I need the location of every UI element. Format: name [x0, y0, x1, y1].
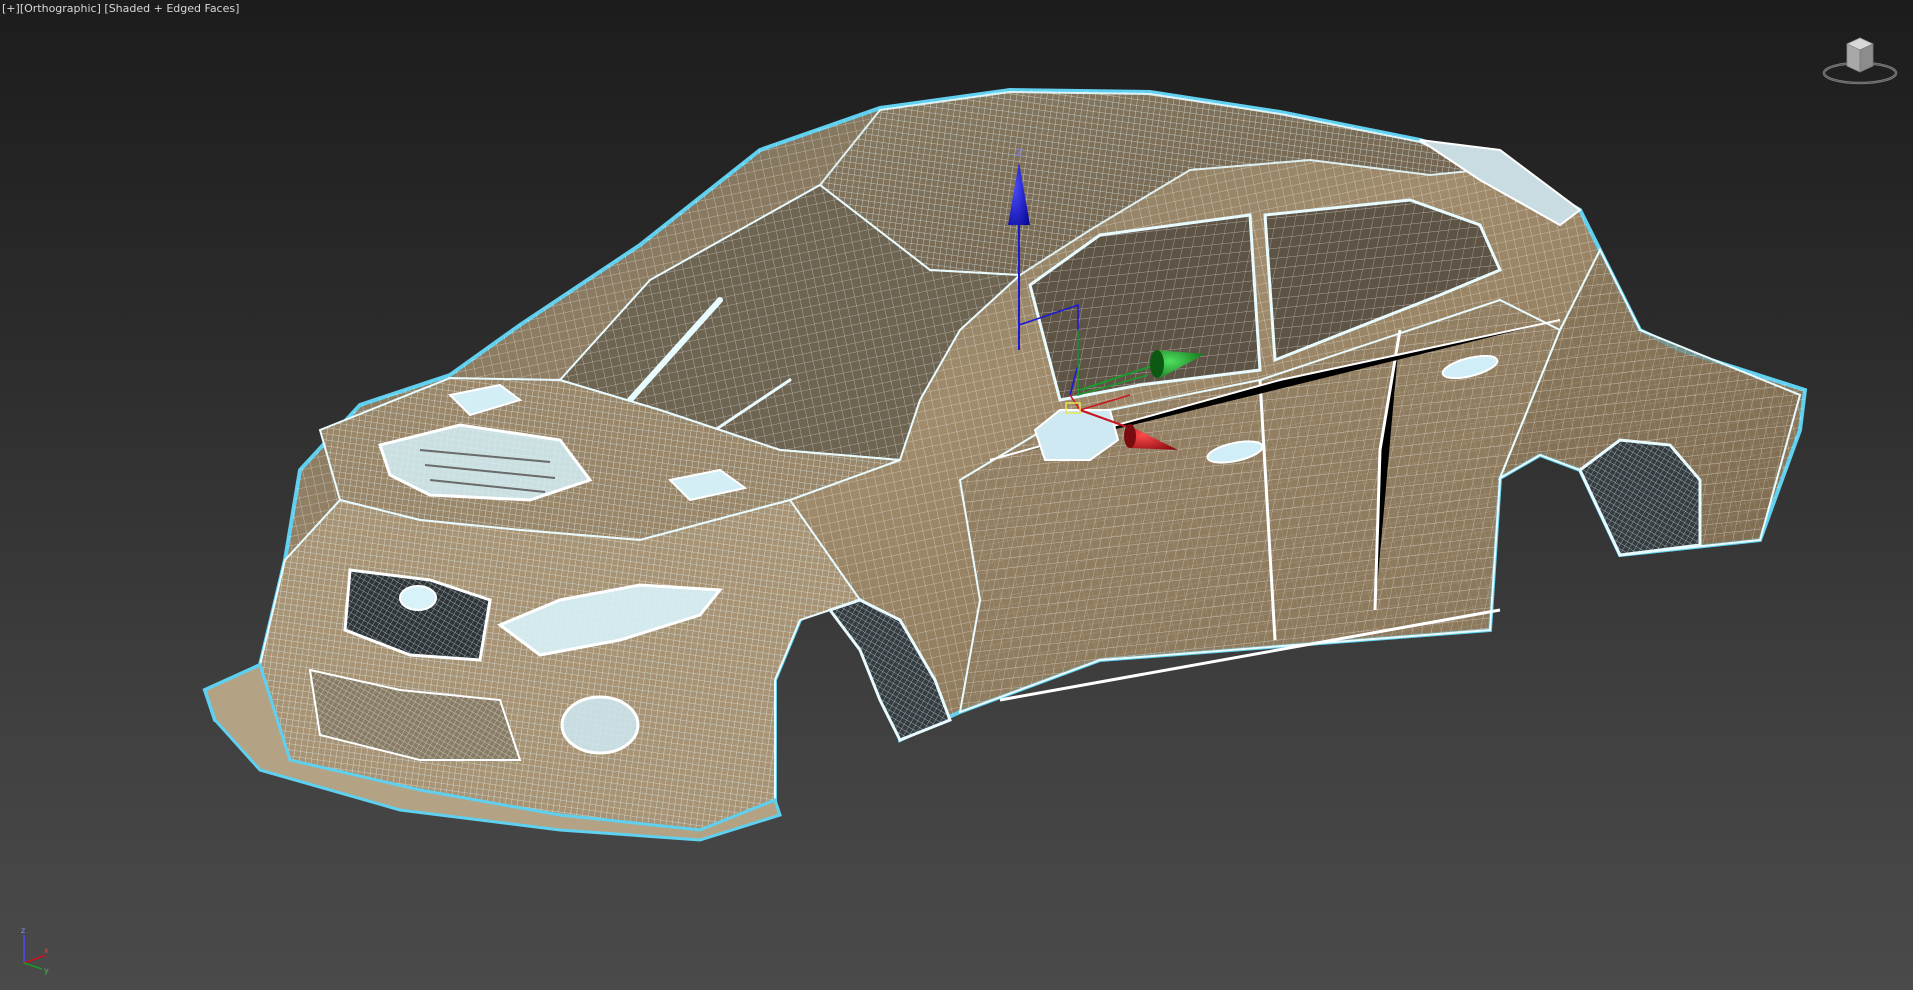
grille-badge — [399, 585, 437, 611]
car-model-scene[interactable]: Z — [0, 0, 1913, 990]
viewcube-icon[interactable] — [1820, 30, 1900, 90]
tripod-y-label: y — [44, 966, 49, 975]
gizmo-y-cone-base — [1150, 350, 1164, 378]
car-body-mesh[interactable] — [202, 87, 1808, 842]
tripod-x-label: x — [44, 946, 49, 955]
tripod-z-label: z — [21, 926, 25, 935]
gizmo-z-label: Z — [1016, 148, 1023, 159]
gizmo-x-cone-base — [1124, 424, 1136, 448]
axis-tripod-icon: z x y — [21, 926, 49, 975]
viewport[interactable]: [+][Orthographic] [Shaded + Edged Faces] — [0, 0, 1913, 990]
fog-light[interactable] — [560, 695, 640, 755]
